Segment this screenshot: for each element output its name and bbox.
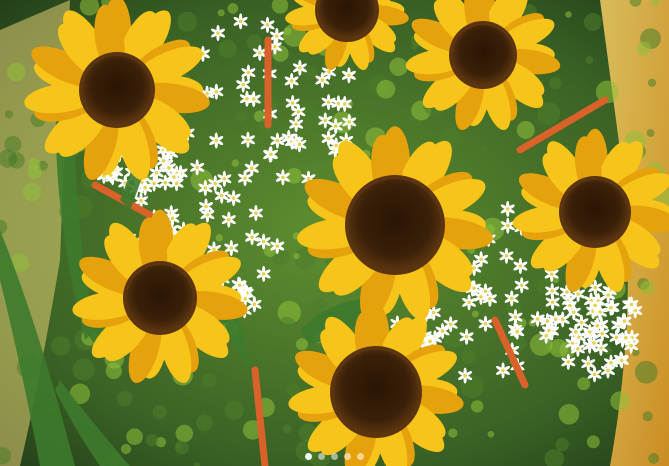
carousel-dot[interactable] xyxy=(318,453,325,460)
sunflower-bouquet-photo xyxy=(0,0,669,466)
carousel-dot[interactable] xyxy=(331,453,338,460)
carousel-dot[interactable] xyxy=(344,453,351,460)
carousel-dot[interactable] xyxy=(305,453,312,460)
photo-stage xyxy=(0,0,669,466)
carousel-dots xyxy=(0,453,669,460)
carousel-dot[interactable] xyxy=(357,453,364,460)
